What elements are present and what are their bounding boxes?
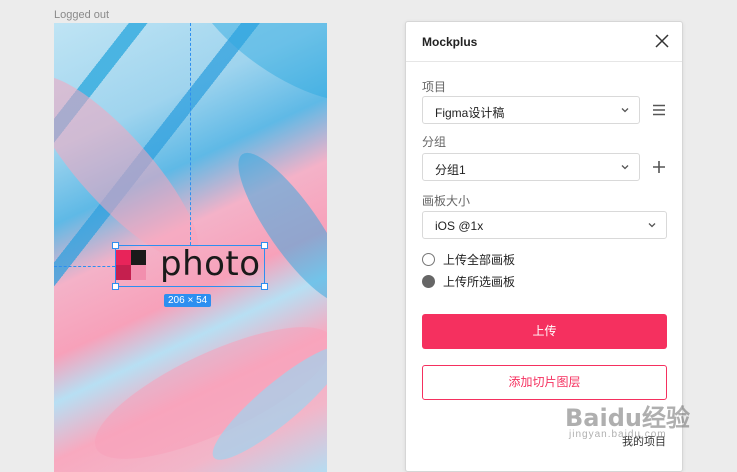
project-select-value: Figma设计稿 <box>435 106 505 120</box>
resize-handle-bottom-right[interactable] <box>261 283 268 290</box>
upload-button[interactable]: 上传 <box>422 314 667 349</box>
project-select[interactable]: Figma设计稿 <box>422 96 640 124</box>
artboard-label: Logged out <box>54 9 110 21</box>
horizontal-guide-line <box>54 266 115 267</box>
board-size-label: 画板大小 <box>422 194 471 208</box>
resize-handle-top-left[interactable] <box>112 242 119 249</box>
resize-handle-top-right[interactable] <box>261 242 268 249</box>
selected-logo-layer[interactable]: photo <box>112 242 268 290</box>
baidu-watermark: Baidu经验 jingyan.baidu.com <box>565 392 701 452</box>
chevron-down-icon <box>621 108 629 113</box>
group-select-value: 分组1 <box>435 163 466 177</box>
panel-header: Mockplus <box>406 22 682 62</box>
watermark-title: Baidu经验 <box>565 404 690 432</box>
dimension-badge: 206 × 54 <box>164 294 212 307</box>
close-icon[interactable] <box>654 33 670 49</box>
resize-handle-bottom-left[interactable] <box>112 283 119 290</box>
watermark-url: jingyan.baidu.com <box>569 429 667 440</box>
radio-upload-selected[interactable]: 上传所选画板 <box>422 273 515 290</box>
radio-button-checked[interactable] <box>422 275 435 288</box>
radio-button-unchecked[interactable] <box>422 253 435 266</box>
logo-wordmark: photo <box>160 244 261 284</box>
radio-upload-all[interactable]: 上传全部画板 <box>422 251 515 268</box>
chevron-down-icon <box>621 165 629 170</box>
photo-logo-icon <box>116 250 146 280</box>
panel-title: Mockplus <box>422 35 478 49</box>
artboard[interactable]: photo 206 × 54 <box>54 23 327 472</box>
group-label: 分组 <box>422 135 447 149</box>
project-label: 项目 <box>422 80 447 94</box>
marble-swirl <box>221 139 327 317</box>
list-menu-icon[interactable] <box>651 102 667 118</box>
marble-swirl <box>168 23 327 128</box>
chevron-down-icon <box>648 223 656 228</box>
plus-icon[interactable] <box>651 159 667 175</box>
board-size-select-value: iOS @1x <box>435 219 484 233</box>
radio-label-upload-selected: 上传所选画板 <box>443 275 516 289</box>
vertical-guide-line <box>190 23 191 245</box>
radio-label-upload-all: 上传全部画板 <box>443 253 516 267</box>
board-size-select[interactable]: iOS @1x <box>422 211 667 239</box>
group-select[interactable]: 分组1 <box>422 153 640 181</box>
